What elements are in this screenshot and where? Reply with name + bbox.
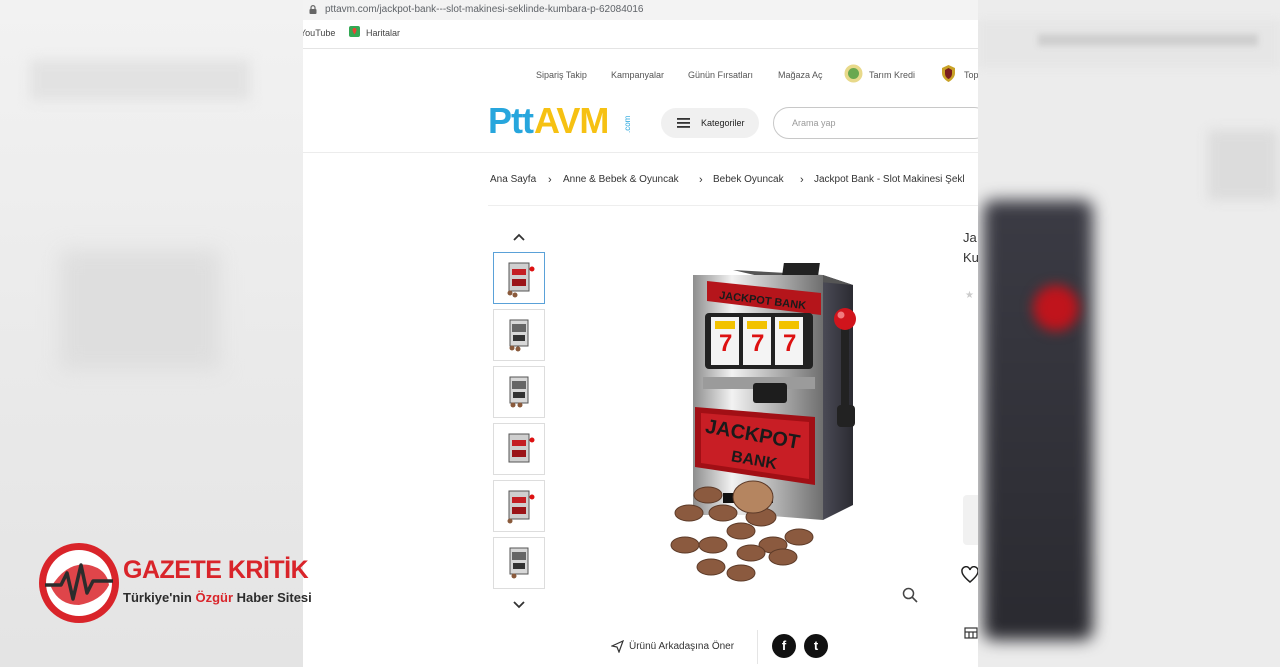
slot-machine-thumbnail-image <box>507 262 535 298</box>
watermark-subtitle: Türkiye'nin Özgür Haber Sitesi <box>123 590 312 605</box>
breadcrumb-baby-toys[interactable]: Bebek Oyuncak <box>713 174 784 185</box>
breadcrumb-home[interactable]: Ana Sayfa <box>490 174 536 185</box>
blur-shape <box>60 250 220 370</box>
slot-machine-thumbnail-image <box>509 547 529 579</box>
blurred-knob <box>1033 285 1079 331</box>
logo-ptt: Ptt <box>488 100 534 141</box>
blur-shape <box>30 60 250 100</box>
blur-shape <box>1038 34 1258 46</box>
blur-shape <box>1208 130 1278 200</box>
header-divider <box>303 152 978 153</box>
slot-machine-thumbnail-image <box>509 319 529 352</box>
link-open-store[interactable]: Mağaza Aç <box>778 70 823 80</box>
zoom-icon[interactable] <box>902 587 918 603</box>
rating-star-icon: ★ <box>965 290 974 301</box>
svg-text:7: 7 <box>751 330 764 357</box>
slot-machine-thumbnail-image <box>507 490 535 524</box>
bookmarks-bar: YouTube Haritalar <box>303 20 978 49</box>
send-icon <box>611 640 624 653</box>
logo-avm: AVM <box>534 100 609 141</box>
thumbnail-4[interactable] <box>493 423 545 475</box>
url-text: pttavm.com/jackpot-bank---slot-makinesi-… <box>325 4 644 15</box>
address-bar[interactable]: pttavm.com/jackpot-bank---slot-makinesi-… <box>303 0 978 20</box>
bookmark-maps[interactable]: Haritalar <box>366 28 400 38</box>
breadcrumb-mother-baby-toys[interactable]: Anne & Bebek & Oyuncak <box>563 174 679 185</box>
watermark-subtitle-start: Türkiye'nin <box>123 590 196 605</box>
link-order-tracking[interactable]: Sipariş Takip <box>536 70 587 80</box>
gazete-kritik-logo <box>39 543 119 623</box>
blurred-background-right <box>978 0 1280 667</box>
browser-screenshot: pttavm.com/jackpot-bank---slot-makinesi-… <box>303 0 978 667</box>
recommend-to-friend-link[interactable]: Ürünü Arkadaşına Öner <box>629 641 734 652</box>
svg-text:7: 7 <box>719 330 732 357</box>
link-tarim-kredi[interactable]: Tarım Kredi <box>869 70 915 80</box>
watermark-subtitle-highlight: Özgür <box>195 590 234 605</box>
bookmark-youtube[interactable]: YouTube <box>303 28 335 38</box>
product-main-image[interactable]: JACKPOT BANK 7 7 7 JACKPOT BANK <box>633 255 893 595</box>
gazete-kritik-watermark: GAZETE KRİTİK Türkiye'nin Özgür Haber Si… <box>37 541 317 625</box>
menu-icon <box>677 118 690 128</box>
logo-com: .com <box>623 115 632 133</box>
product-title-line-1: Ja <box>963 230 977 245</box>
search-input[interactable]: Arama yap <box>773 107 978 139</box>
separator <box>757 630 758 664</box>
chevron-right-icon: › <box>800 174 804 186</box>
chevron-right-icon: › <box>699 174 703 186</box>
heart-icon[interactable] <box>961 566 978 584</box>
thumbnail-3[interactable] <box>493 366 545 418</box>
side-panel <box>963 495 978 545</box>
product-title-line-2: Ku <box>963 250 978 265</box>
watermark-title: GAZETE KRİTİK <box>123 556 309 584</box>
twitter-icon[interactable]: t <box>804 634 828 658</box>
chevron-right-icon: › <box>548 174 552 186</box>
link-campaigns[interactable]: Kampanyalar <box>611 70 664 80</box>
categories-button[interactable]: Kategoriler <box>661 108 759 138</box>
link-top[interactable]: Top <box>964 70 978 80</box>
breadcrumb-divider <box>488 205 978 206</box>
watermark-subtitle-end: Haber Sitesi <box>233 590 312 605</box>
thumbnail-6[interactable] <box>493 537 545 589</box>
chevron-down-icon[interactable] <box>511 600 527 610</box>
chevron-up-icon[interactable] <box>511 232 527 242</box>
search-placeholder: Arama yap <box>792 118 836 128</box>
maps-icon <box>349 26 360 37</box>
shield-icon <box>942 65 955 82</box>
slot-machine-thumbnail-image <box>509 376 529 408</box>
lock-icon <box>309 5 317 14</box>
tarim-kredi-icon <box>844 64 863 83</box>
svg-text:7: 7 <box>783 330 796 357</box>
slot-machine-thumbnail-image <box>508 433 535 463</box>
link-daily-deals[interactable]: Günün Fırsatları <box>688 70 753 80</box>
breadcrumb-current: Jackpot Bank - Slot Makinesi Şekl <box>814 174 965 185</box>
thumbnail-2[interactable] <box>493 309 545 361</box>
categories-label: Kategoriler <box>701 118 745 128</box>
store-icon <box>964 627 978 639</box>
blurred-slot-machine <box>983 200 1093 640</box>
facebook-icon[interactable]: f <box>772 634 796 658</box>
thumbnail-1[interactable] <box>493 252 545 304</box>
thumbnail-5[interactable] <box>493 480 545 532</box>
